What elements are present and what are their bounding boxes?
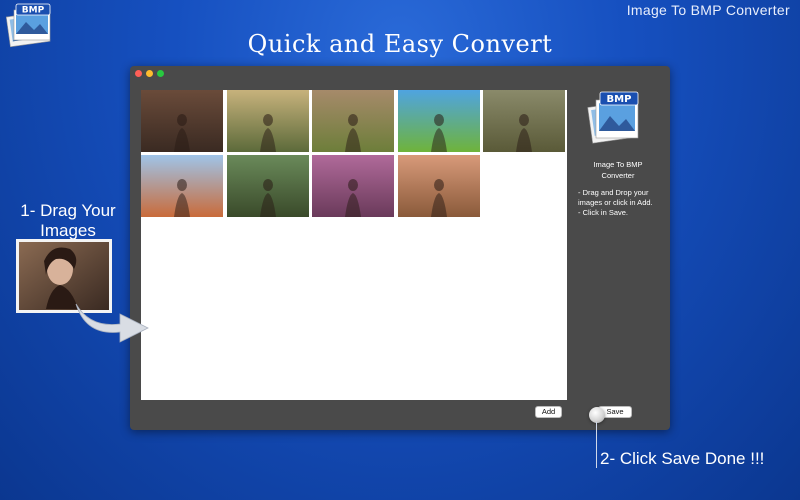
side-instructions: - Drag and Drop your images or click in … <box>578 188 653 217</box>
thumbnail-dogs-in-flowers[interactable] <box>312 155 394 217</box>
window-controls <box>135 70 164 77</box>
thumbnail-girl-with-balloons[interactable] <box>397 90 480 152</box>
thumbnail-girl-on-road[interactable] <box>397 155 480 217</box>
pointer-line <box>596 422 597 468</box>
thumbnail-girl-under-tree[interactable] <box>312 90 394 152</box>
thumbnail-woman-portrait[interactable] <box>141 90 223 152</box>
thumbnail-child-with-teddy[interactable] <box>226 155 309 217</box>
app-title: Image To BMP Converter <box>626 2 790 18</box>
logo-text: BMP <box>607 94 632 105</box>
side-app-title: Image To BMP Converter <box>593 160 643 180</box>
click-indicator-icon <box>589 407 605 423</box>
headline: Quick and Easy Convert <box>247 30 553 58</box>
thumbnail-girl-in-field[interactable] <box>483 90 565 152</box>
thumbnail-man-sitting-sunset[interactable] <box>226 90 309 152</box>
app-window: BMP Image To BMP Converter - Drag and Dr… <box>130 66 670 430</box>
curved-arrow-icon <box>75 303 149 343</box>
step2-label: 2- Click Save Done !!! <box>600 449 765 468</box>
thumbnail-woman-red-hat[interactable] <box>141 155 223 217</box>
logo-text: BMP <box>22 6 45 16</box>
close-window-button[interactable] <box>135 70 142 77</box>
minimize-window-button[interactable] <box>146 70 153 77</box>
step1-label: 1- Drag Your Images <box>20 201 116 240</box>
bmp-logo-icon: BMP <box>587 91 639 144</box>
image-drop-area[interactable] <box>141 90 567 400</box>
add-button[interactable]: Add <box>535 406 562 418</box>
maximize-window-button[interactable] <box>157 70 164 77</box>
